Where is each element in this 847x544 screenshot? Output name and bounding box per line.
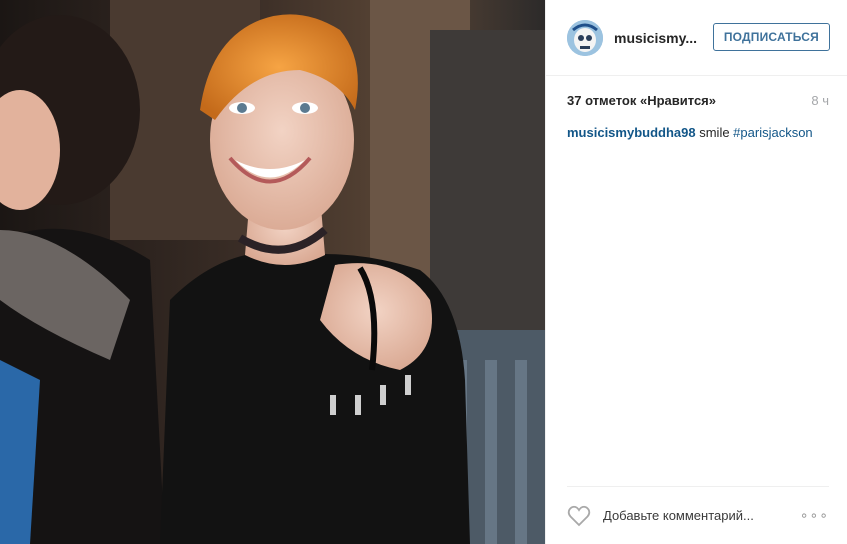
post-caption: musicismybuddha98 smile #parisjackson <box>567 124 829 142</box>
post-photo[interactable] <box>0 0 545 544</box>
caption-username-link[interactable]: musicismybuddha98 <box>567 125 696 140</box>
comment-footer: ∘∘∘ <box>567 486 829 544</box>
instagram-post: musicismy... ПОДПИСАТЬСЯ 37 отметок «Нра… <box>0 0 847 544</box>
comment-input[interactable] <box>603 508 793 523</box>
caption-text: smile <box>695 125 734 140</box>
post-header: musicismy... ПОДПИСАТЬСЯ <box>546 0 847 76</box>
caption-hashtag-link[interactable]: #parisjackson <box>733 125 813 140</box>
likes-count[interactable]: 37 отметок «Нравится» <box>567 93 716 108</box>
photo-illustration <box>0 0 545 544</box>
more-options-icon[interactable]: ∘∘∘ <box>800 507 829 524</box>
avatar[interactable] <box>567 19 603 56</box>
likes-row: 37 отметок «Нравится» 8 ч <box>567 90 829 110</box>
post-side-panel: musicismy... ПОДПИСАТЬСЯ 37 отметок «Нра… <box>545 0 847 544</box>
post-time[interactable]: 8 ч <box>811 93 829 108</box>
follow-button[interactable]: ПОДПИСАТЬСЯ <box>712 23 830 51</box>
avatar-skull-icon <box>567 19 603 56</box>
heart-icon[interactable] <box>567 504 593 528</box>
header-username-link[interactable]: musicismy... <box>614 30 724 46</box>
